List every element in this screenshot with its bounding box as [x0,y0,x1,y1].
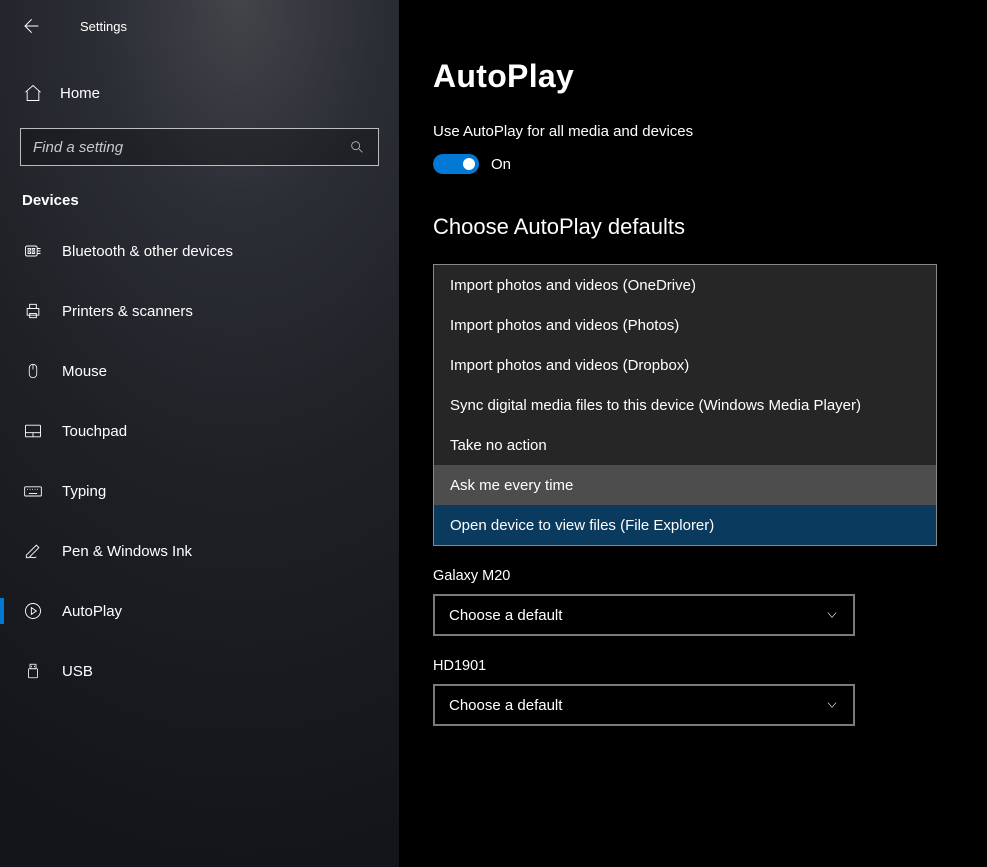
sidebar-item-label: Touchpad [62,423,127,440]
device-block: Galaxy M20 Choose a default [433,568,987,636]
dropdown-option[interactable]: Import photos and videos (Dropbox) [434,345,936,385]
search-icon [348,138,366,156]
keyboard-icon [22,480,44,502]
sidebar-item-label: Printers & scanners [62,303,193,320]
dropdown-option[interactable]: Open device to view files (File Explorer… [434,505,936,545]
printer-icon [22,300,44,322]
title-bar: Settings [0,0,399,44]
chevron-down-icon [825,608,839,622]
sidebar-item-label: USB [62,663,93,680]
usb-icon [22,660,44,682]
touchpad-icon [22,420,44,442]
home-nav[interactable]: Home [0,72,399,114]
search-box[interactable] [20,128,379,166]
autoplay-toggle[interactable] [433,154,479,174]
app-title: Settings [80,19,127,34]
device-select[interactable]: Choose a default [433,594,855,636]
select-value: Choose a default [449,697,562,714]
device-block: HD1901 Choose a default [433,658,987,726]
device-name: Galaxy M20 [433,568,987,584]
select-value: Choose a default [449,607,562,624]
sidebar-item-printers[interactable]: Printers & scanners [0,281,399,341]
autoplay-icon [22,600,44,622]
device-name: HD1901 [433,658,987,674]
dropdown-option[interactable]: Ask me every time [434,465,936,505]
sidebar: Settings Home Devices Bluetooth & other … [0,0,399,867]
nav-list: Bluetooth & other devices Printers & sca… [0,221,399,701]
section-title: Choose AutoPlay defaults [433,214,987,240]
sidebar-item-touchpad[interactable]: Touchpad [0,401,399,461]
sidebar-item-pen[interactable]: Pen & Windows Ink [0,521,399,581]
back-icon[interactable] [18,14,42,38]
dropdown-option[interactable]: Import photos and videos (OneDrive) [434,265,936,305]
sidebar-item-autoplay[interactable]: AutoPlay [0,581,399,641]
category-title: Devices [22,192,399,209]
dropdown-option[interactable]: Import photos and videos (Photos) [434,305,936,345]
sidebar-item-label: AutoPlay [62,603,122,620]
sidebar-item-typing[interactable]: Typing [0,461,399,521]
page-title: AutoPlay [433,58,987,95]
home-label: Home [60,85,100,102]
dropdown-option[interactable]: Sync digital media files to this device … [434,385,936,425]
toggle-state: On [491,156,511,173]
autoplay-dropdown-open[interactable]: Import photos and videos (OneDrive) Impo… [433,264,937,546]
sidebar-item-label: Typing [62,483,106,500]
home-icon [22,82,44,104]
pen-icon [22,540,44,562]
bluetooth-icon [22,240,44,262]
sidebar-item-usb[interactable]: USB [0,641,399,701]
sidebar-item-bluetooth[interactable]: Bluetooth & other devices [0,221,399,281]
dropdown-option[interactable]: Take no action [434,425,936,465]
toggle-row: On [433,154,987,174]
autoplay-toggle-label: Use AutoPlay for all media and devices [433,123,987,140]
sidebar-item-label: Pen & Windows Ink [62,543,192,560]
sidebar-item-label: Bluetooth & other devices [62,243,233,260]
sidebar-item-label: Mouse [62,363,107,380]
chevron-down-icon [825,698,839,712]
content-pane: AutoPlay Use AutoPlay for all media and … [399,0,987,867]
mouse-icon [22,360,44,382]
device-select[interactable]: Choose a default [433,684,855,726]
search-input[interactable] [33,139,348,156]
sidebar-item-mouse[interactable]: Mouse [0,341,399,401]
